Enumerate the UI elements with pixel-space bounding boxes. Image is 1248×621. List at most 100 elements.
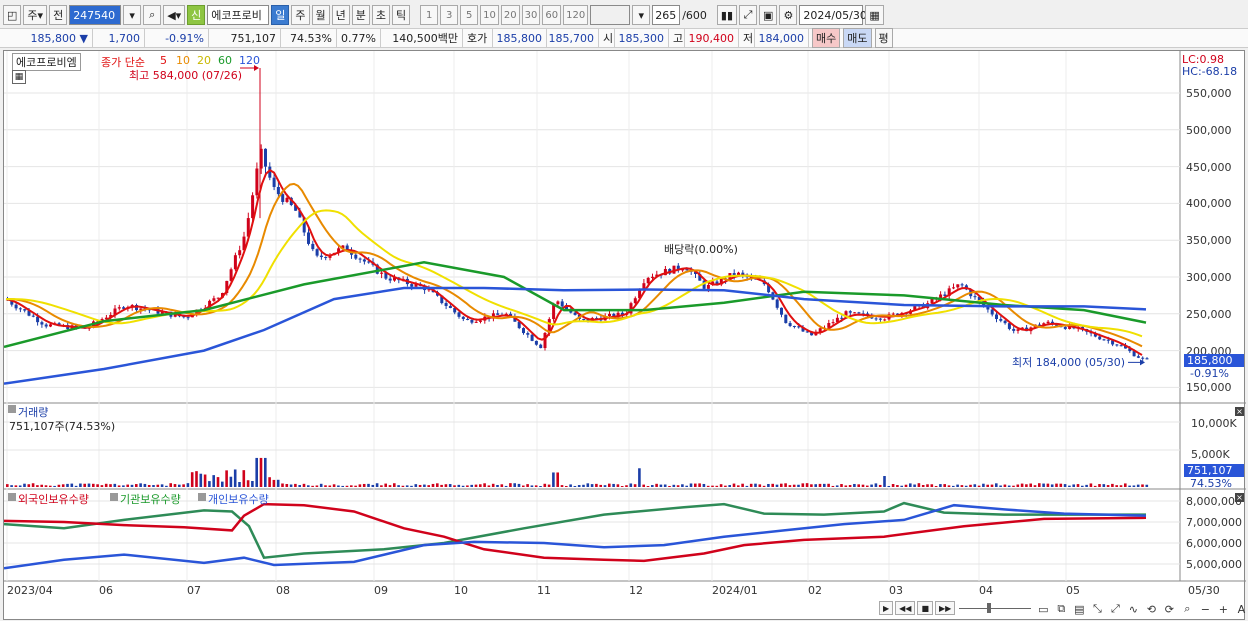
sell-button[interactable]: 매도 (843, 28, 872, 48)
chart-area[interactable]: 에코프로비엠 종가 단순 5 10 20 60 120 ▦ 최고 584,000… (3, 50, 1248, 621)
volume-bar (479, 484, 482, 487)
low-price: 184,000 (755, 29, 809, 47)
plus-icon[interactable]: + (1215, 601, 1231, 617)
zoom-slider[interactable] (957, 601, 1033, 615)
volume-bar (831, 485, 835, 487)
stock-name-field[interactable]: 에코프로비 (207, 5, 270, 25)
volume-bar (952, 485, 955, 487)
volume-bar (375, 483, 379, 487)
forward-icon[interactable]: ▶▶ (935, 601, 956, 615)
volume-bar (749, 483, 753, 487)
window-icon[interactable]: ◰ (3, 5, 22, 25)
candle-body (23, 309, 27, 311)
volume-bar (268, 477, 271, 487)
zoom-thumb[interactable] (987, 603, 992, 613)
volume-bar (964, 485, 968, 487)
tool-icon[interactable]: ⟳ (1161, 601, 1177, 617)
interval-120[interactable]: 120 (563, 5, 589, 25)
zoom-search-icon[interactable]: ⌕ (1179, 601, 1195, 617)
interval-30[interactable]: 30 (521, 5, 541, 25)
scroll-right-icon[interactable]: ▶ (879, 601, 894, 615)
eval-button[interactable]: 평 (874, 28, 893, 48)
tab-yearly[interactable]: 년 (331, 5, 350, 25)
interval-select[interactable] (590, 5, 631, 25)
tab-second[interactable]: 초 (371, 5, 391, 25)
period-select[interactable]: 전 (49, 5, 68, 25)
count-input[interactable]: 265 (652, 5, 681, 25)
tools-icon[interactable]: ⤢ (739, 5, 758, 25)
candle-body (534, 340, 538, 345)
volume-bar (646, 486, 650, 487)
code-input[interactable]: 247540 (69, 5, 122, 25)
interval-dropdown-icon[interactable]: ▾ (632, 5, 651, 25)
tab-tick[interactable]: 틱 (392, 5, 411, 25)
minus-icon[interactable]: − (1197, 601, 1213, 617)
ma-20-label: 20 (197, 54, 211, 67)
tab-minute[interactable]: 분 (351, 5, 370, 25)
candle-body (1063, 326, 1067, 329)
rewind-icon[interactable]: ◀◀ (895, 601, 916, 615)
volume-bar (1012, 485, 1015, 487)
interval-20[interactable]: 20 (500, 5, 520, 25)
dropdown-icon[interactable]: ▾ (123, 5, 142, 25)
interval-10[interactable]: 10 (480, 5, 499, 25)
volume-bar (474, 484, 478, 487)
volume-bar (883, 476, 886, 487)
volume-bar (96, 484, 99, 487)
candle-type-icon[interactable]: ▮▮ (716, 5, 738, 25)
tool-icon[interactable]: ▭ (1035, 601, 1051, 617)
holding-tick-7m: 7,000,000 (1186, 516, 1242, 529)
tool-icon[interactable]: ∿ (1125, 601, 1141, 617)
calendar-icon[interactable]: ▦ (865, 5, 884, 25)
grid-icon[interactable]: ▦ (12, 70, 26, 84)
volume-bar (491, 483, 495, 487)
tab-daily[interactable]: 일 (271, 5, 290, 25)
candle-body (479, 320, 482, 322)
low-annotation: 최저 184,000 (05/30) (1012, 356, 1126, 369)
volume-bar (810, 484, 813, 487)
volume-bar (350, 485, 353, 487)
interval-1[interactable]: 1 (420, 5, 439, 25)
tool-icon[interactable]: ⤡ (1089, 601, 1105, 617)
tool-icon[interactable]: ⟲ (1143, 601, 1159, 617)
candle-body (1102, 339, 1106, 341)
interval-5[interactable]: 5 (460, 5, 479, 25)
buy-button[interactable]: 매수 (812, 28, 841, 48)
interval-60[interactable]: 60 (542, 5, 562, 25)
save-icon[interactable]: ▣ (759, 5, 778, 25)
candle-body (448, 305, 452, 309)
close-icon[interactable]: × (1235, 493, 1244, 502)
volume-bar (199, 473, 203, 487)
volume-tick-5000k: 5,000K (1191, 448, 1230, 461)
close-icon[interactable]: × (1235, 407, 1244, 416)
ma-20-line (6, 209, 1143, 338)
volume-bar (135, 484, 138, 487)
tool-icon[interactable]: ⧉ (1053, 601, 1069, 617)
search-icon[interactable]: ⌕ (143, 5, 162, 25)
tab-weekly[interactable]: 주 (291, 5, 310, 25)
volume-bar (999, 485, 1002, 487)
date-input[interactable]: 2024/05/30 (799, 5, 867, 25)
tool-icon[interactable]: ⤢ (1107, 601, 1123, 617)
volume-bar (719, 484, 723, 487)
volume-bar (698, 483, 701, 487)
tool-icon[interactable]: ▤ (1071, 601, 1087, 617)
font-icon[interactable]: A (1233, 601, 1248, 617)
volume-bar (61, 484, 65, 487)
candle-body (186, 317, 190, 319)
volume-bar (784, 483, 787, 487)
stop-icon[interactable]: ■ (917, 601, 934, 615)
tab-monthly[interactable]: 월 (311, 5, 330, 25)
candle-body (526, 333, 530, 335)
candle-body (496, 313, 500, 315)
speaker-icon[interactable]: ◀▾ (163, 5, 186, 25)
settings-icon[interactable]: ⚙ (779, 5, 798, 25)
market-label: 주 (27, 9, 38, 22)
x-tick: 08 (276, 584, 290, 597)
market-select[interactable]: 주 ▾ (23, 5, 48, 25)
volume-bar (870, 484, 873, 487)
volume-bar (500, 484, 504, 487)
chart-canvas[interactable] (4, 51, 1246, 621)
interval-3[interactable]: 3 (440, 5, 459, 25)
volume-bar (625, 485, 628, 487)
